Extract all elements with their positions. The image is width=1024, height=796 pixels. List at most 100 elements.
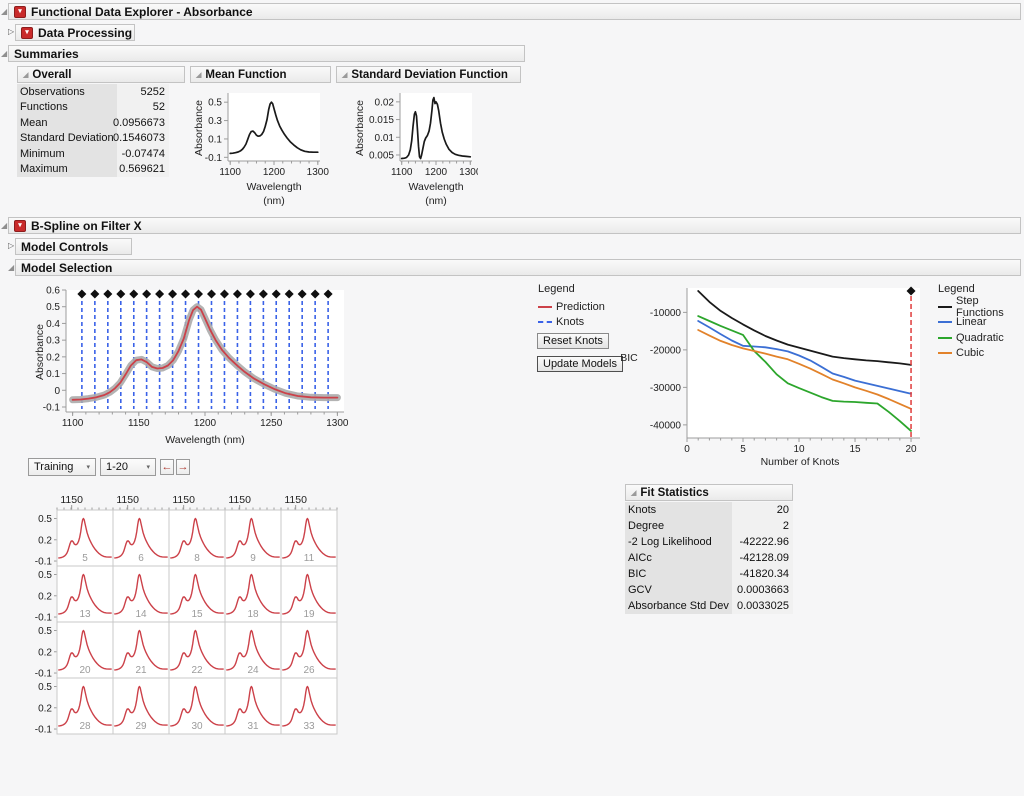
legend-label: Prediction xyxy=(556,300,605,313)
table-row-value: 5252 xyxy=(117,84,169,100)
std-dev-y-axis-label: Absorbance xyxy=(354,99,366,157)
std-dev-x-axis-label: Wavelength xyxy=(408,181,464,193)
red-triangle-glyph: ▾ xyxy=(18,222,22,229)
outline-model-selection-header[interactable]: Model Selection xyxy=(15,259,1021,276)
function-id-label: 29 xyxy=(135,721,147,732)
x-tick-label: 1300 xyxy=(326,418,348,429)
fde-title: Functional Data Explorer - Absorbance xyxy=(31,4,253,19)
table-row[interactable]: Minimum -0.07474 xyxy=(17,146,169,162)
disclosure-closed-icon[interactable]: ▷ xyxy=(8,242,14,250)
spline-fit-chart[interactable]: 1100 1150 1200 1250 1300 0.6 0.5 0.4 0.3 0.2 0.1 0 -… xyxy=(28,281,349,438)
table-row[interactable]: Absorbance Std Dev 0.0033025 xyxy=(625,598,793,614)
fit-statistics-title: Fit Statistics xyxy=(640,486,709,499)
plot-area xyxy=(687,288,920,438)
disclosure-open-icon[interactable]: ◢ xyxy=(1,50,7,58)
overall-panel-header[interactable]: ◢ Overall xyxy=(17,66,185,83)
outline-data-processing-header[interactable]: ▾ Data Processing xyxy=(15,24,135,41)
table-row-label: Minimum xyxy=(17,146,117,162)
disclosure-open-icon[interactable]: ◢ xyxy=(1,8,7,16)
legend-item: Step Functions xyxy=(938,295,1024,319)
y-tick-label: 0.1 xyxy=(208,134,222,145)
disclosure-closed-icon[interactable]: ▷ xyxy=(8,28,14,36)
red-triangle-menu-icon[interactable]: ▾ xyxy=(14,219,26,232)
function-id-label: 19 xyxy=(303,609,315,620)
std-dev-panel-header[interactable]: ◢ Standard Deviation Function xyxy=(336,66,521,83)
fit-statistics-panel-header[interactable]: ◢ Fit Statistics xyxy=(625,484,793,501)
range-selector-dropdown[interactable]: 1-20 ▾ xyxy=(100,458,156,476)
outline-bspline-header[interactable]: ▾ B-Spline on Filter X xyxy=(8,217,1021,234)
x-tick-label: 1100 xyxy=(62,418,84,429)
y-tick-label: 0.5 xyxy=(38,570,52,581)
table-row-value: 0.0003663 xyxy=(732,582,793,598)
disclosure-open-icon[interactable]: ◢ xyxy=(8,264,14,272)
red-triangle-menu-icon[interactable]: ▾ xyxy=(14,5,26,18)
legend-label: Quadratic xyxy=(956,331,1004,344)
table-row[interactable]: Standard Deviation 0.1546073 xyxy=(17,130,169,146)
y-tick-label: 0.5 xyxy=(38,514,52,525)
spline-x-axis-label: Wavelength (nm) xyxy=(165,434,245,446)
table-row-value: -42222.96 xyxy=(732,534,793,550)
set-selector-dropdown[interactable]: Training ▾ xyxy=(28,458,96,476)
next-page-button[interactable]: → xyxy=(176,459,190,475)
bic-legend: Legend Step Functions Linear Quadratic Cubic xyxy=(938,283,1024,361)
y-tick-label: 0.015 xyxy=(369,115,394,126)
red-triangle-menu-icon[interactable]: ▾ xyxy=(21,26,33,39)
table-row[interactable]: -2 Log Likelihood -42222.96 xyxy=(625,534,793,550)
table-row[interactable]: Degree 2 xyxy=(625,518,793,534)
table-row[interactable]: Maximum 0.569621 xyxy=(17,161,169,177)
std-dev-chart: 1100 1200 1300 0.02 0.015 0.01 0.005 xyxy=(350,85,482,186)
table-row-label: GCV xyxy=(625,582,732,598)
table-row-value: 2 xyxy=(732,518,793,534)
outline-summaries-header[interactable]: Summaries xyxy=(8,45,525,62)
legend-item: Quadratic xyxy=(938,330,1024,346)
x-tick-label: 1200 xyxy=(425,167,448,178)
x-tick-label: 1150 xyxy=(128,418,150,429)
table-row-label: Mean xyxy=(17,115,117,131)
x-tick-label: 1100 xyxy=(391,167,413,178)
function-grid-chart: 1150 1150 1150 1150 1150 0.5 0.2 -0.1 5 6 8 9 11 0.5 0… xyxy=(28,492,346,745)
update-models-button[interactable]: Update Models xyxy=(537,356,623,372)
disclosure-open-icon[interactable]: ◢ xyxy=(1,222,7,230)
disclosure-open-icon: ◢ xyxy=(196,71,202,79)
std-dev-title: Standard Deviation Function xyxy=(351,68,508,81)
y-tick-label: 0.3 xyxy=(208,116,222,127)
function-id-label: 13 xyxy=(79,609,91,620)
reset-knots-button[interactable]: Reset Knots xyxy=(537,333,609,349)
disclosure-open-icon: ◢ xyxy=(23,71,29,79)
table-row[interactable]: BIC -41820.34 xyxy=(625,566,793,582)
y-tick-label: 0 xyxy=(54,386,60,397)
table-row[interactable]: Knots 20 xyxy=(625,502,793,518)
summaries-title: Summaries xyxy=(14,46,79,61)
table-row-label: BIC xyxy=(625,566,732,582)
outline-model-controls-header[interactable]: Model Controls xyxy=(15,238,132,255)
legend-item: Prediction xyxy=(538,299,605,315)
function-id-label: 24 xyxy=(247,665,259,676)
outline-fde-header[interactable]: ▾ Functional Data Explorer - Absorbance xyxy=(8,3,1021,20)
overall-table: Observations 5252 Functions 52 Mean 0.0956673… xyxy=(17,84,169,177)
table-row[interactable]: GCV 0.0003663 xyxy=(625,582,793,598)
y-tick-label: -0.1 xyxy=(35,557,53,568)
bic-x-axis-label: Number of Knots xyxy=(760,456,840,468)
y-tick-label: 0.2 xyxy=(38,703,52,714)
mean-function-panel-header[interactable]: ◢ Mean Function xyxy=(190,66,331,83)
y-tick-label: 0.5 xyxy=(38,626,52,637)
table-row-value: 20 xyxy=(732,502,793,518)
table-row-label: Standard Deviation xyxy=(17,130,117,146)
x-tick-label: 10 xyxy=(793,444,805,455)
table-row[interactable]: Observations 5252 xyxy=(17,84,169,100)
y-tick-label: 0.005 xyxy=(369,150,394,161)
table-row[interactable]: Functions 52 xyxy=(17,99,169,115)
left-arrow-icon: ← xyxy=(161,460,173,473)
previous-page-button[interactable]: ← xyxy=(160,459,174,475)
legend-swatch xyxy=(538,321,552,324)
data-processing-title: Data Processing xyxy=(38,25,133,40)
function-id-label: 5 xyxy=(82,553,88,564)
y-tick-label: -30000 xyxy=(650,383,682,394)
y-tick-label: 0.5 xyxy=(38,682,52,693)
fit-statistics-table: Knots 20 Degree 2 -2 Log Likelihood -42222.96… xyxy=(625,502,793,614)
table-row[interactable]: AICc -42128.09 xyxy=(625,550,793,566)
legend-item: Cubic xyxy=(938,346,1024,362)
y-tick-label: -0.1 xyxy=(35,725,53,736)
y-tick-label: 0.4 xyxy=(46,319,60,330)
table-row[interactable]: Mean 0.0956673 xyxy=(17,115,169,131)
